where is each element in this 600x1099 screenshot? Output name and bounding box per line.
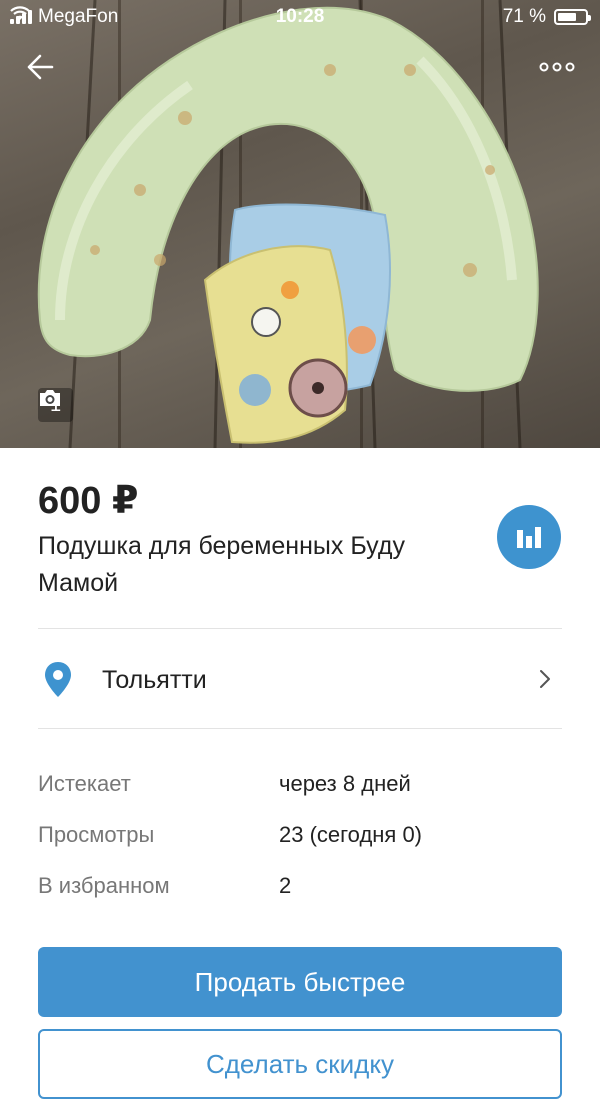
battery-icon — [554, 9, 591, 25]
listing-photo[interactable]: MegaFon 10:28 71 % — [0, 0, 600, 448]
back-button[interactable] — [20, 48, 64, 86]
location-city: Тольятти — [102, 666, 207, 694]
photo-illustration — [37, 0, 539, 448]
info-row-views: Просмотры 23 (сегодня 0) — [38, 822, 562, 862]
status-bar: MegaFon 10:28 71 % — [0, 0, 600, 34]
location-row[interactable]: Тольятти — [38, 630, 562, 728]
listing-price: 600 ₽ — [38, 480, 139, 522]
photo-counter: 1 — [38, 388, 74, 422]
location-pin-icon — [45, 662, 71, 697]
camera-icon — [40, 390, 60, 406]
chevron-right-icon — [540, 670, 550, 688]
info-value: 23 (сегодня 0) — [279, 822, 423, 847]
make-discount-button[interactable]: Сделать скидку — [38, 1029, 562, 1099]
info-value: 2 — [279, 873, 292, 898]
info-value: через 8 дней — [279, 771, 411, 796]
info-row-favorites: В избранном 2 — [38, 873, 562, 913]
status-right: 71 % — [502, 6, 591, 28]
more-options-button[interactable] — [534, 52, 582, 82]
arrow-left-icon — [27, 54, 54, 80]
listing-title: Подушка для беременных Буду Мамой — [38, 532, 405, 597]
info-label: Истекает — [38, 771, 131, 796]
divider — [38, 728, 562, 729]
more-dots-icon — [539, 62, 575, 72]
info-label: В избранном — [38, 873, 170, 898]
info-row-expires: Истекает через 8 дней — [38, 771, 562, 811]
statistics-button[interactable] — [497, 505, 561, 569]
info-label: Просмотры — [38, 822, 155, 847]
battery-percent: 71 % — [502, 6, 546, 27]
sell-faster-button[interactable]: Продать быстрее — [38, 947, 562, 1017]
divider — [38, 628, 562, 629]
bar-chart-icon — [517, 527, 541, 548]
